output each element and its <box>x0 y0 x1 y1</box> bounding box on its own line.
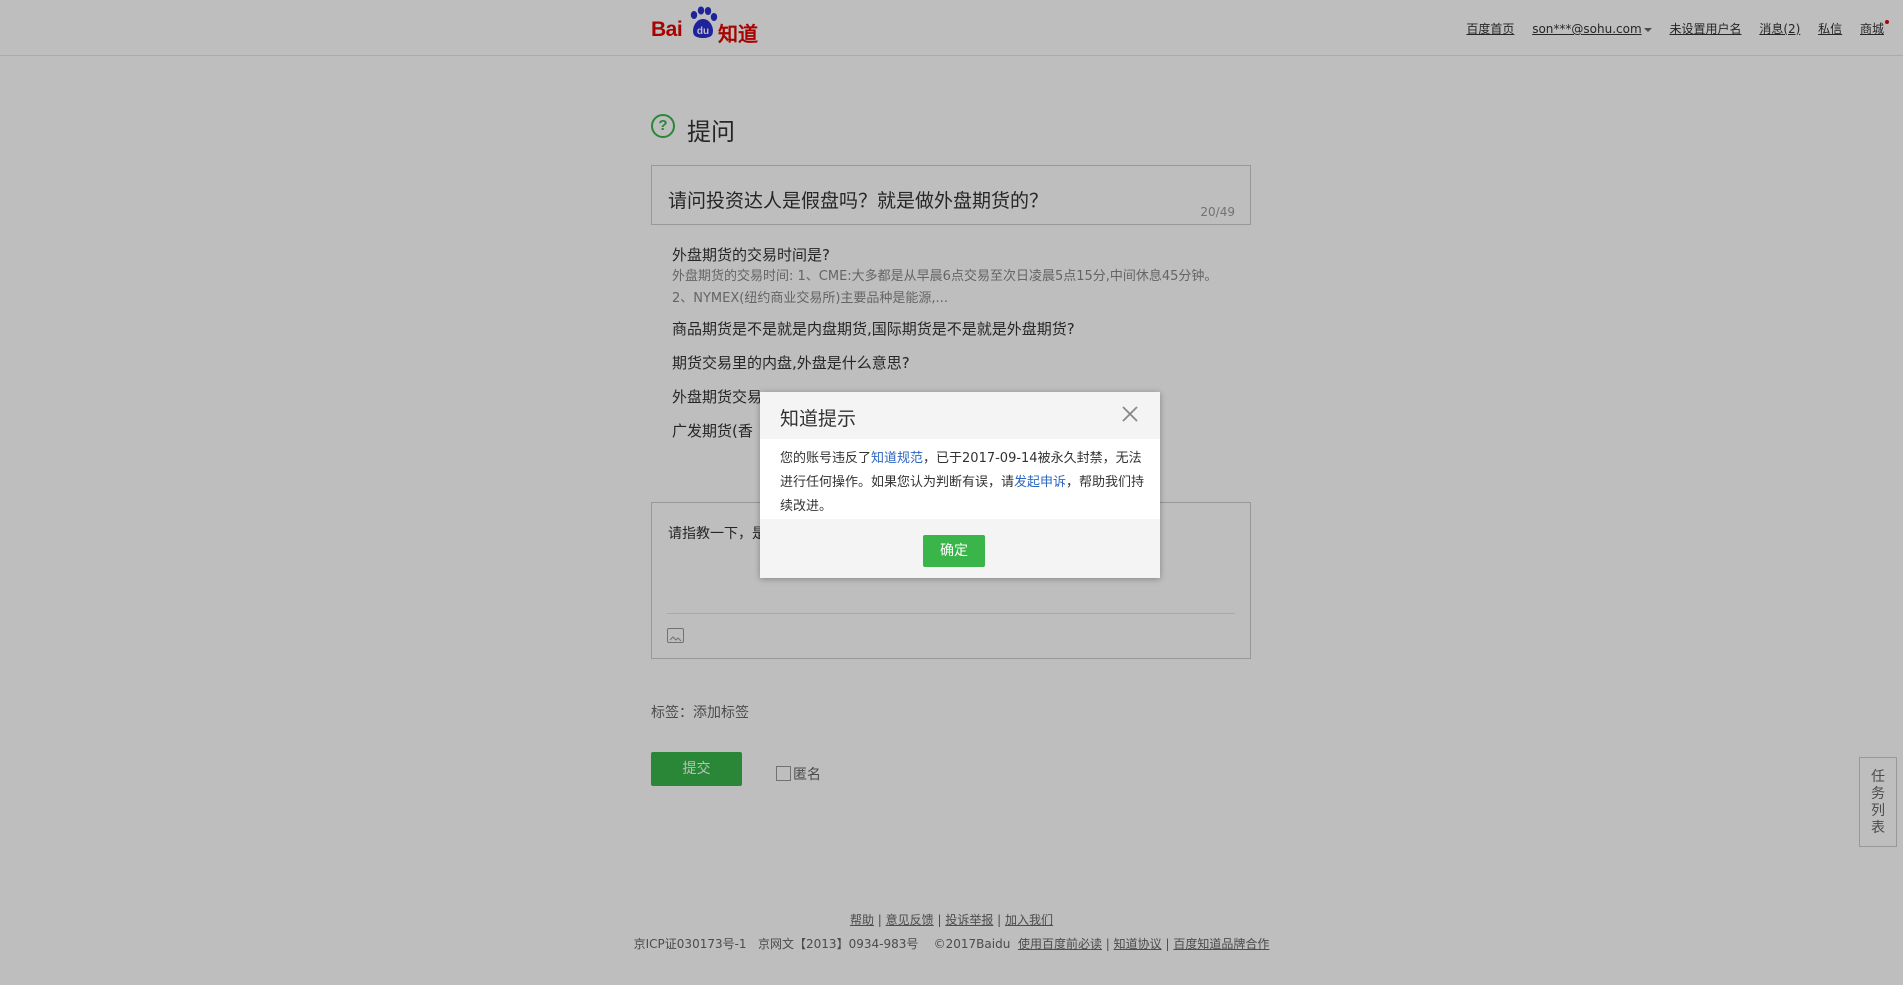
confirm-button[interactable]: 确定 <box>923 535 985 567</box>
dialog-header: 知道提示 <box>760 392 1160 440</box>
appeal-link[interactable]: 发起申诉 <box>1014 475 1066 490</box>
rules-link[interactable]: 知道规范 <box>871 451 923 466</box>
close-icon[interactable] <box>1120 404 1140 424</box>
notice-dialog: 知道提示 您的账号违反了知道规范，已于2017-09-14被永久封禁，无法进行任… <box>760 392 1160 578</box>
dialog-msg-1: 您的账号违反了 <box>780 451 872 466</box>
dialog-title: 知道提示 <box>780 408 857 430</box>
dialog-message: 您的账号违反了知道规范，已于2017-09-14被永久封禁，无法进行任何操作。如… <box>780 447 1145 519</box>
dialog-body: 您的账号违反了知道规范，已于2017-09-14被永久封禁，无法进行任何操作。如… <box>760 439 1160 519</box>
